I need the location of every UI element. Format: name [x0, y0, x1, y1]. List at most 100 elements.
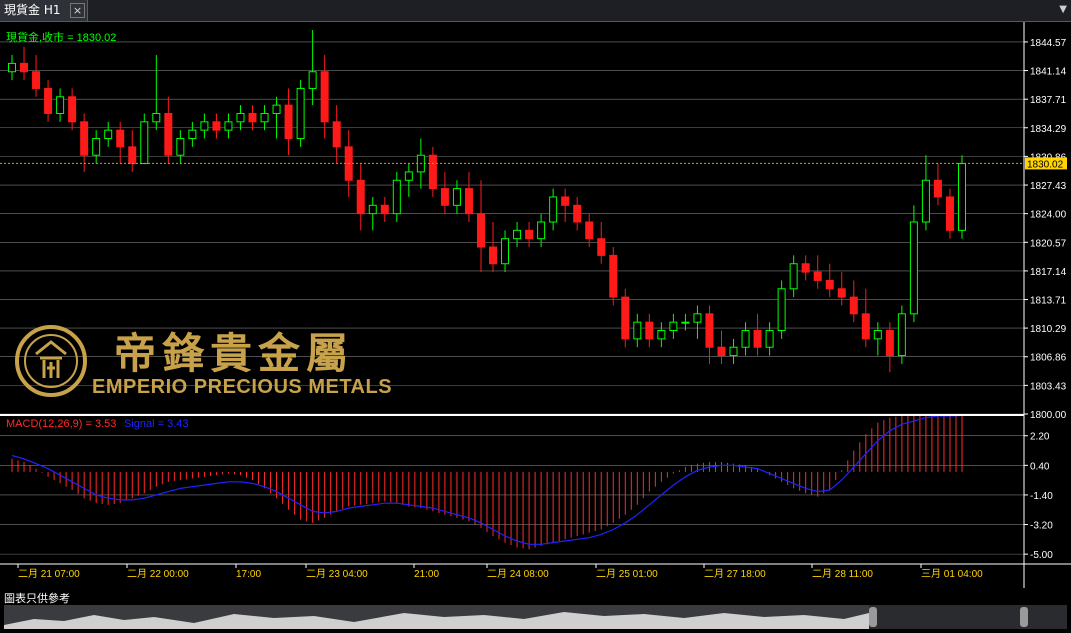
- candle-body: [164, 112, 173, 156]
- time-tick-label: 二月 23 04:00: [306, 568, 368, 580]
- candle-body: [753, 330, 762, 348]
- price-tick-label: 1806.86: [1030, 353, 1067, 364]
- candle-body: [236, 112, 245, 123]
- candle-body: [32, 71, 41, 89]
- time-tick-label: 三月 01 04:00: [921, 568, 983, 580]
- candle-body: [549, 196, 558, 223]
- candle-body: [188, 129, 197, 140]
- candle-body: [104, 129, 113, 140]
- candle-body: [921, 179, 930, 223]
- candle-body: [152, 112, 161, 123]
- candle-body: [513, 229, 522, 240]
- candle-body: [789, 263, 798, 290]
- price-tick-label: 1844.57: [1030, 38, 1067, 49]
- candle-body: [68, 96, 77, 123]
- candle-body: [958, 163, 966, 231]
- candle-body: [248, 112, 257, 123]
- candle-body: [428, 154, 437, 190]
- price-tick-label: 1841.14: [1030, 67, 1067, 78]
- time-tick-label: 二月 27 18:00: [704, 568, 766, 580]
- candle-body: [933, 179, 942, 198]
- macd-label: MACD(12,26,9) = 3.53: [6, 418, 116, 430]
- candle-body: [777, 288, 786, 332]
- candle-body: [272, 104, 281, 114]
- candle-body: [945, 196, 954, 231]
- macd-tick-label: 2.20: [1030, 432, 1050, 443]
- price-tick-label: 1800.00: [1030, 410, 1067, 421]
- candle-body: [909, 221, 918, 315]
- candle-body: [56, 96, 65, 114]
- disclaimer-text: 圖表只供參考: [4, 592, 70, 605]
- candle-body: [717, 346, 726, 357]
- candle-body: [92, 138, 101, 156]
- price-tick-label: 1827.43: [1030, 181, 1067, 192]
- price-tick-label: 1834.29: [1030, 124, 1067, 135]
- price-tick-label: 1817.14: [1030, 267, 1067, 278]
- candle-body: [380, 204, 389, 215]
- time-tick-label: 二月 24 08:00: [487, 568, 549, 580]
- candle-body: [392, 179, 401, 215]
- macd-tick-label: 0.40: [1030, 461, 1050, 472]
- candle-body: [284, 104, 293, 140]
- close-icon[interactable]: ×: [70, 3, 85, 18]
- candle-body: [837, 288, 846, 298]
- candle-body: [44, 87, 53, 114]
- candle-body: [320, 71, 329, 123]
- chart-area[interactable]: 1844.571841.141837.711834.291830.861827.…: [0, 22, 1071, 588]
- price-tick-label: 1837.71: [1030, 95, 1067, 106]
- candle-body: [116, 129, 125, 148]
- candle-body: [440, 188, 449, 206]
- candle-body: [176, 138, 185, 156]
- candle-body: [128, 146, 137, 165]
- candle-body: [609, 254, 618, 298]
- candle-body: [585, 221, 594, 240]
- history-scrollbar[interactable]: [4, 605, 1067, 629]
- candle-body: [813, 271, 822, 281]
- candle-body: [681, 321, 690, 324]
- candle-body: [260, 112, 269, 123]
- candle-body: [705, 313, 714, 348]
- range-end-handle: [1020, 607, 1028, 627]
- brand-chinese: 帝鋒貴金屬: [114, 329, 355, 378]
- candle-body: [861, 313, 870, 340]
- candle-body: [885, 330, 894, 357]
- chevron-down-icon[interactable]: ▼: [1059, 4, 1067, 15]
- candle-body: [849, 296, 858, 315]
- candle-body: [308, 71, 317, 89]
- candle-body: [224, 121, 233, 131]
- candle-body: [200, 121, 209, 131]
- macd-tick-label: -1.40: [1030, 491, 1053, 502]
- candle-body: [621, 296, 630, 340]
- candle-body: [897, 313, 906, 357]
- range-start-handle: [869, 607, 877, 627]
- candle-body: [765, 330, 774, 348]
- tab-chart[interactable]: 現貨金 H1 ×: [0, 0, 88, 21]
- price-tick-label: 1813.71: [1030, 296, 1067, 307]
- time-tick-label: 二月 25 01:00: [596, 568, 658, 580]
- candle-body: [20, 62, 29, 73]
- candle-body: [873, 330, 882, 340]
- price-pane-label: 現貨金,收市 = 1830.02: [6, 30, 116, 44]
- candle-body: [801, 263, 810, 273]
- price-tick-label: 1820.57: [1030, 238, 1067, 249]
- candle-body: [368, 204, 377, 215]
- candle-body: [561, 196, 570, 206]
- signal-label: Signal = 3.43: [124, 418, 189, 430]
- candle-body: [729, 346, 738, 357]
- candle-body: [633, 321, 642, 340]
- candle-body: [489, 246, 498, 265]
- candle-body: [140, 121, 149, 165]
- candle-body: [212, 121, 221, 131]
- candle-body: [452, 188, 461, 206]
- candle-body: [525, 229, 534, 240]
- price-tick-label: 1810.29: [1030, 324, 1067, 335]
- candle-body: [296, 87, 305, 140]
- candle-body: [537, 221, 546, 240]
- candle-body: [501, 238, 510, 265]
- candle-body: [476, 213, 485, 248]
- tab-title: 現貨金 H1: [4, 3, 61, 17]
- brand-english: EMPERIO PRECIOUS METALS: [92, 376, 393, 398]
- emperio-seal-icon: [15, 325, 87, 397]
- candle-body: [825, 279, 834, 290]
- macd-tick-label: -5.00: [1030, 550, 1053, 561]
